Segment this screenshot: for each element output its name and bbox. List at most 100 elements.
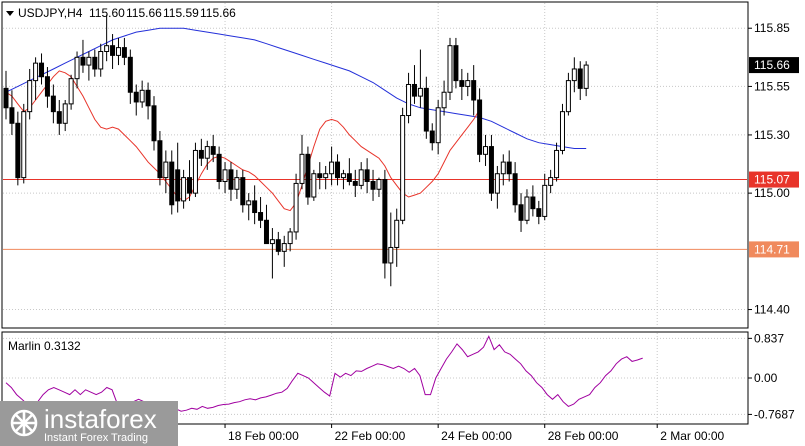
candle-body-45 <box>269 239 275 245</box>
candle-body-2 <box>15 122 21 179</box>
candle-body-30 <box>181 177 187 202</box>
candle-body-81 <box>483 146 489 155</box>
candle-body-24 <box>145 89 151 107</box>
instaforex-logo-icon <box>10 409 38 437</box>
candle-body-63 <box>376 179 382 190</box>
ohlc-high: 115.66 <box>126 6 162 20</box>
level-tag-label-1: 114.71 <box>754 242 790 256</box>
level-tag-label-0: 115.07 <box>754 173 790 187</box>
candle-body-93 <box>554 149 560 179</box>
candle-body-11 <box>68 78 74 105</box>
candle-body-9 <box>56 111 62 124</box>
price-tick-label-3: 115.00 <box>754 186 790 200</box>
candle-body-51 <box>305 153 311 198</box>
candle-body-37 <box>222 169 228 182</box>
candle-body-7 <box>44 76 50 97</box>
candle-body-12 <box>74 56 80 80</box>
candle-body-22 <box>133 91 139 103</box>
candle-body-10 <box>62 103 68 124</box>
indicator-title: Marlin 0.3132 <box>8 339 81 353</box>
candle-body-61 <box>364 169 370 182</box>
candle-body-46 <box>275 239 281 252</box>
candle-body-95 <box>565 80 571 113</box>
candle-body-86 <box>512 173 518 206</box>
indicator-axis: 0.837 0.00 -0.7687 <box>748 331 795 421</box>
candle-body-47 <box>281 243 287 252</box>
candle-body-87 <box>518 204 524 221</box>
candle-body-65 <box>388 246 394 264</box>
price-axis: 115.85 115.55 115.30 115.00 114.40 115.66 115.… <box>748 21 799 317</box>
watermark-tagline: Instant Forex Trading <box>44 432 148 444</box>
candle-body-29 <box>175 169 181 202</box>
candle-body-0 <box>3 87 9 109</box>
candle-body-39 <box>234 177 240 190</box>
candle-body-43 <box>258 212 264 221</box>
indicator-tick-label-0: 0.837 <box>754 331 784 345</box>
candle-body-50 <box>299 153 305 184</box>
candle-body-34 <box>204 146 210 159</box>
candle-body-33 <box>198 149 204 159</box>
candle-body-59 <box>352 180 358 186</box>
candle-52 <box>311 169 317 201</box>
candle-body-71 <box>423 87 429 132</box>
candle-body-96 <box>571 68 577 82</box>
price-tick-label-2: 115.30 <box>754 128 790 142</box>
candle-body-21 <box>127 56 133 93</box>
candle-body-27 <box>163 161 169 179</box>
candle-49 <box>293 173 299 240</box>
candle-body-77 <box>459 80 465 87</box>
price-tick-label-4: 114.40 <box>754 303 790 317</box>
watermark: instaforex Instant Forex Trading <box>0 401 178 446</box>
candle-body-53 <box>317 173 323 179</box>
candle-body-74 <box>441 91 447 109</box>
candle-body-90 <box>536 208 542 217</box>
candle-body-52 <box>311 173 317 198</box>
time-tick-label-4: 2 Mar 00:00 <box>660 429 724 443</box>
candle-body-19 <box>115 47 121 56</box>
price-tick-label-1: 115.55 <box>754 79 790 93</box>
candle-body-40 <box>240 177 246 206</box>
candle-body-49 <box>293 182 299 233</box>
candle-32 <box>192 142 198 198</box>
candle-body-80 <box>477 99 483 155</box>
candle-body-13 <box>80 56 86 66</box>
candle-body-75 <box>447 45 453 93</box>
price-tick-label-0: 115.85 <box>754 21 790 35</box>
candle-body-16 <box>98 51 104 70</box>
candle-3 <box>21 103 27 184</box>
candle-body-98 <box>583 64 589 89</box>
candle-body-66 <box>394 219 400 248</box>
ohlc-open: 115.60 <box>89 6 125 20</box>
ohlc-low: 115.59 <box>163 6 199 20</box>
candle-body-89 <box>530 196 536 210</box>
candle-body-42 <box>252 200 258 214</box>
candle-body-32 <box>192 149 198 194</box>
indicator-tick-label-2: -0.7687 <box>754 407 795 421</box>
candle-body-92 <box>548 177 554 186</box>
candle-body-15 <box>92 56 98 70</box>
candle-body-41 <box>246 200 252 206</box>
candle-body-69 <box>411 83 417 97</box>
candle-body-72 <box>429 130 435 144</box>
candle-body-78 <box>465 80 471 87</box>
candle-76 <box>453 37 459 89</box>
candle-body-18 <box>110 45 116 56</box>
candle-body-56 <box>335 161 341 179</box>
time-tick-label-3: 28 Feb 00:00 <box>548 429 619 443</box>
candle-body-5 <box>33 62 39 82</box>
candle-body-60 <box>358 169 364 186</box>
symbol-title: USDJPY,H4 <box>18 6 83 20</box>
candle-body-94 <box>559 111 565 151</box>
time-tick-label-2: 24 Feb 00:00 <box>441 429 512 443</box>
time-axis: 18 Feb 00:00 22 Feb 00:00 24 Feb 00:00 28 F… <box>224 424 725 443</box>
candle-94 <box>559 103 565 155</box>
chart: 115.85115.55115.30115.00114.40115.66115.… <box>0 1 799 446</box>
candle-51 <box>305 146 311 205</box>
candle-body-48 <box>287 231 293 245</box>
candle-body-31 <box>187 177 193 194</box>
candle-body-68 <box>406 83 412 117</box>
candle-body-67 <box>400 115 406 221</box>
time-tick-label-0: 18 Feb 00:00 <box>228 429 299 443</box>
candle-body-88 <box>524 196 530 221</box>
candle-body-44 <box>263 219 269 245</box>
